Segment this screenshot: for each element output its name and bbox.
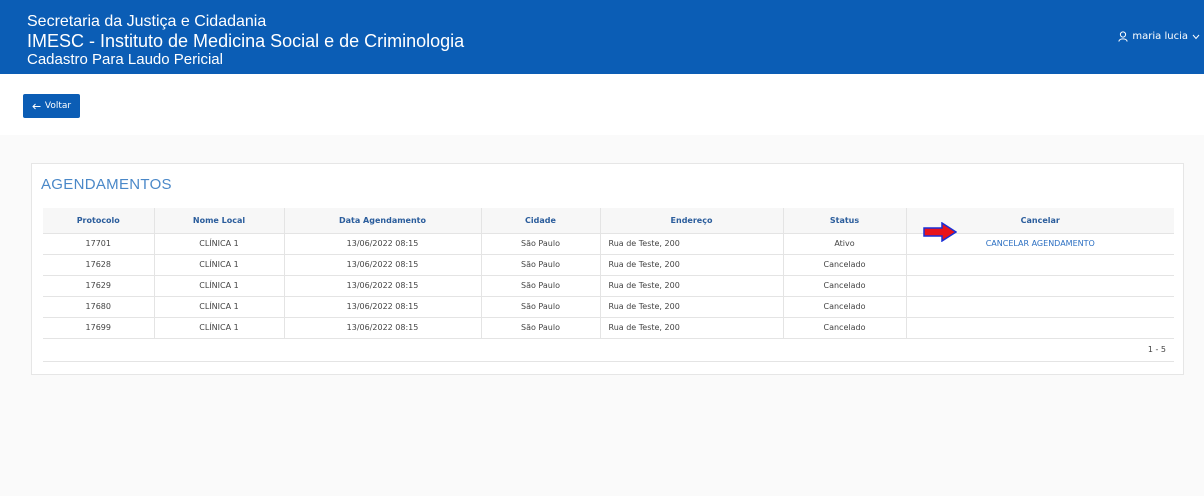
- cell-protocolo: 17701: [43, 233, 154, 255]
- user-menu[interactable]: maria lucia: [1118, 31, 1200, 42]
- table-row: 17699 CLÍNICA 1 13/06/2022 08:15 São Pau…: [43, 317, 1174, 339]
- cell-data: 13/06/2022 08:15: [283, 296, 481, 318]
- cell-nome-local: CLÍNICA 1: [153, 275, 284, 297]
- cell-endereco: Rua de Teste, 200: [599, 296, 783, 318]
- cell-status: Cancelado: [782, 296, 906, 318]
- column-header-nome-local[interactable]: Nome Local: [153, 208, 284, 234]
- pagination-info: 1 - 5: [43, 338, 1174, 362]
- cell-data: 13/06/2022 08:15: [283, 275, 481, 297]
- arrow-left-icon: [32, 103, 41, 109]
- cell-protocolo: 17629: [43, 275, 154, 297]
- table-row: 17628 CLÍNICA 1 13/06/2022 08:15 São Pau…: [43, 254, 1174, 276]
- table-row: 17701 CLÍNICA 1 13/06/2022 08:15 São Pau…: [43, 233, 1174, 255]
- cell-nome-local: CLÍNICA 1: [153, 233, 284, 255]
- column-header-data-agendamento[interactable]: Data Agendamento: [283, 208, 481, 234]
- cell-protocolo: 17628: [43, 254, 154, 276]
- table-row: 17629 CLÍNICA 1 13/06/2022 08:15 São Pau…: [43, 275, 1174, 297]
- header-page-title: Cadastro Para Laudo Pericial: [27, 51, 223, 68]
- cell-nome-local: CLÍNICA 1: [153, 254, 284, 276]
- user-icon: [1118, 31, 1129, 42]
- table-footer: 1 - 5: [43, 338, 1174, 362]
- cell-nome-local: CLÍNICA 1: [153, 296, 284, 318]
- header-institute: IMESC - Instituto de Medicina Social e d…: [27, 31, 465, 51]
- cell-protocolo: 17699: [43, 317, 154, 339]
- section-title: AGENDAMENTOS: [41, 176, 172, 193]
- cell-endereco: Rua de Teste, 200: [599, 254, 783, 276]
- column-header-cidade[interactable]: Cidade: [480, 208, 600, 234]
- appointments-card: AGENDAMENTOS Protocolo Nome Local Data A…: [31, 163, 1184, 375]
- cell-cancelar: [905, 317, 1174, 339]
- red-arrow-icon: [923, 222, 957, 242]
- cell-protocolo: 17680: [43, 296, 154, 318]
- user-name: maria lucia: [1132, 31, 1188, 42]
- cell-data: 13/06/2022 08:15: [283, 317, 481, 339]
- cell-endereco: Rua de Teste, 200: [599, 233, 783, 255]
- cell-data: 13/06/2022 08:15: [283, 254, 481, 276]
- back-button[interactable]: Voltar: [23, 94, 80, 118]
- cell-cidade: São Paulo: [480, 275, 600, 297]
- cell-status: Ativo: [782, 233, 906, 255]
- cell-cancelar: [905, 275, 1174, 297]
- cell-endereco: Rua de Teste, 200: [599, 317, 783, 339]
- cell-nome-local: CLÍNICA 1: [153, 317, 284, 339]
- cell-data: 13/06/2022 08:15: [283, 233, 481, 255]
- top-header: Secretaria da Justiça e Cidadania IMESC …: [0, 0, 1204, 74]
- cell-cancelar: [905, 254, 1174, 276]
- chevron-down-icon: [1192, 34, 1200, 39]
- cell-cidade: São Paulo: [480, 317, 600, 339]
- appointments-table: Protocolo Nome Local Data Agendamento Ci…: [43, 208, 1174, 362]
- table-header-row: Protocolo Nome Local Data Agendamento Ci…: [43, 208, 1174, 234]
- column-header-protocolo[interactable]: Protocolo: [43, 208, 154, 234]
- cell-status: Cancelado: [782, 254, 906, 276]
- column-header-endereco[interactable]: Endereço: [599, 208, 783, 234]
- cell-cidade: São Paulo: [480, 233, 600, 255]
- cell-endereco: Rua de Teste, 200: [599, 275, 783, 297]
- cell-status: Cancelado: [782, 317, 906, 339]
- cell-cidade: São Paulo: [480, 296, 600, 318]
- cell-cancelar: [905, 296, 1174, 318]
- header-secretaria: Secretaria da Justiça e Cidadania: [27, 13, 267, 30]
- column-header-status[interactable]: Status: [782, 208, 906, 234]
- back-button-label: Voltar: [44, 101, 72, 111]
- cell-status: Cancelado: [782, 275, 906, 297]
- table-row: 17680 CLÍNICA 1 13/06/2022 08:15 São Pau…: [43, 296, 1174, 318]
- cell-cidade: São Paulo: [480, 254, 600, 276]
